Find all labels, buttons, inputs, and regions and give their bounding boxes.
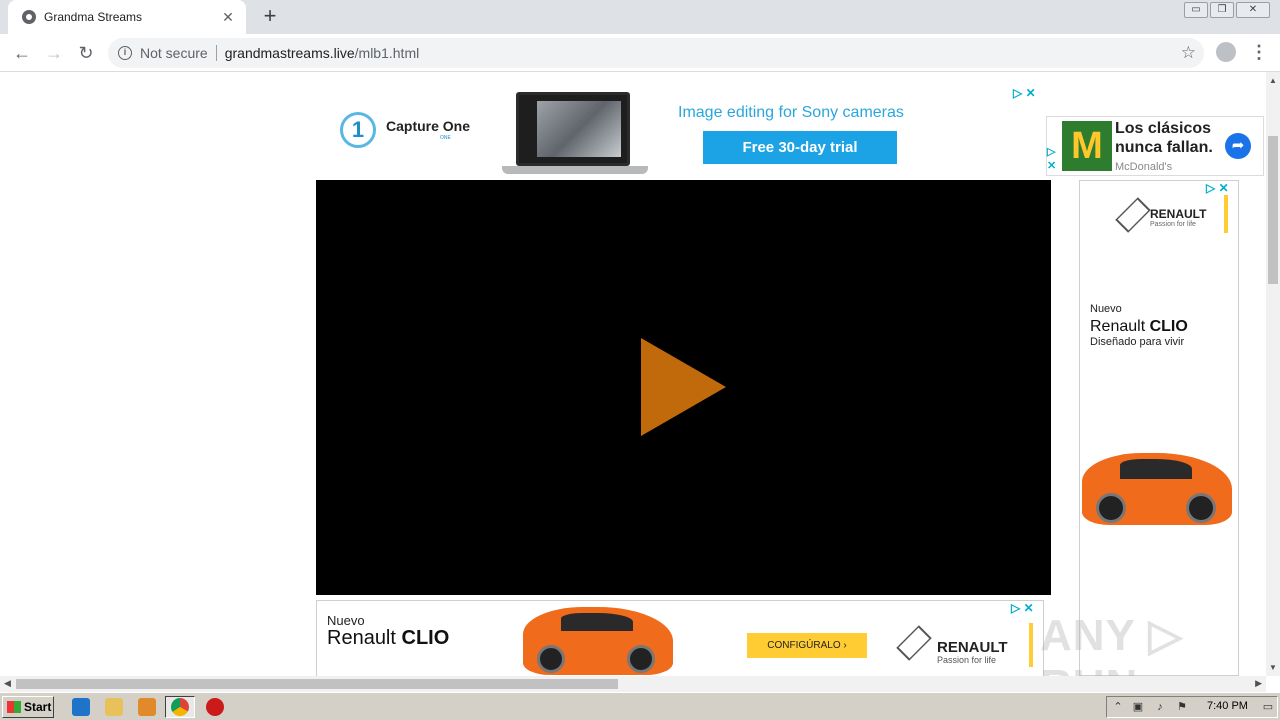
show-desktop-icon[interactable]: ▭ xyxy=(1261,701,1275,714)
adchoices-icon[interactable]: ▷ ✕ xyxy=(1013,86,1036,100)
adchoices-icon[interactable]: ▷ ✕ xyxy=(1206,181,1229,195)
adchoices-icon[interactable]: ▷ ✕ xyxy=(1011,601,1034,615)
anyrun-watermark: ANY ▷ RUN xyxy=(1040,611,1184,676)
media-player-icon[interactable] xyxy=(138,698,156,716)
adchoices-icon[interactable]: ▷ ✕ xyxy=(1047,145,1059,173)
system-tray: ⌃ ▣ ♪ ⚑ 7:40 PM ▭ xyxy=(1106,696,1278,718)
ad-capture-one[interactable]: 1 Capture One ONE Image editing for Sony… xyxy=(316,84,1046,180)
window-close-button[interactable]: ✕ xyxy=(1236,2,1270,18)
ad-brand-name: RENAULT xyxy=(1150,207,1207,221)
bookmark-star-icon[interactable]: ☆ xyxy=(1181,43,1196,63)
renault-logo-icon xyxy=(1115,197,1151,233)
volume-icon[interactable]: ♪ xyxy=(1153,701,1167,714)
car-image xyxy=(523,607,673,675)
accent-bar xyxy=(1224,195,1228,233)
scroll-thumb[interactable] xyxy=(16,679,618,689)
start-button[interactable]: Start xyxy=(2,696,54,718)
reload-button[interactable]: ↻ xyxy=(74,41,98,65)
tab-grandma-streams[interactable]: Grandma Streams ✕ xyxy=(8,0,246,34)
ad-brand-name: RENAULT xyxy=(937,639,1008,656)
browser-menu-button[interactable]: ⋮ xyxy=(1250,41,1268,65)
windows-logo-icon xyxy=(7,701,21,713)
ad-tagline: Passion for life xyxy=(1150,221,1196,228)
tab-title: Grandma Streams xyxy=(44,10,143,24)
car-image xyxy=(1082,453,1232,525)
forward-button[interactable]: → xyxy=(42,41,66,65)
configure-button[interactable]: CONFIGÚRALO › xyxy=(747,633,867,658)
url-host: grandmastreams.live xyxy=(224,45,355,61)
ad-model: Renault CLIO xyxy=(1090,318,1188,336)
scroll-thumb[interactable] xyxy=(1268,136,1278,284)
restore-button[interactable]: ❐ xyxy=(1210,2,1234,18)
ad-renault-side[interactable]: ▷ ✕ RENAULT Passion for life Nuevo Renau… xyxy=(1079,180,1239,676)
ad-brand-name: Capture One xyxy=(386,118,471,134)
ad-brand-sub: ONE xyxy=(440,135,451,141)
play-icon[interactable] xyxy=(641,338,726,436)
profile-avatar-icon[interactable] xyxy=(1216,42,1236,62)
model-prefix: Renault xyxy=(1090,318,1150,335)
ad-claim: Diseñado para vivir xyxy=(1090,336,1185,348)
url-path: /mlb1.html xyxy=(354,45,420,61)
ad-model: Renault CLIO xyxy=(327,627,449,650)
vertical-scrollbar[interactable]: ▲ ▼ xyxy=(1266,72,1280,676)
ad-tagline: Passion for life xyxy=(937,655,997,665)
ad-kicker: Nuevo xyxy=(327,613,365,628)
browser-toolbar: ← → ↻ i Not secure grandmastreams.live /… xyxy=(0,34,1280,72)
video-player[interactable] xyxy=(316,180,1051,595)
page-viewport: 1 Capture One ONE Image editing for Sony… xyxy=(0,72,1266,676)
ad-headline[interactable]: Image editing for Sony cameras xyxy=(678,104,904,122)
taskbar: Start ⌃ ▣ ♪ ⚑ 7:40 PM ▭ xyxy=(0,692,1280,720)
model-name: CLIO xyxy=(401,627,450,649)
address-bar[interactable]: i Not secure grandmastreams.live /mlb1.h… xyxy=(108,38,1204,68)
mcdonalds-logo: M xyxy=(1062,121,1112,171)
scroll-left-icon[interactable]: ◀ xyxy=(4,678,11,689)
accent-bar xyxy=(1029,623,1033,667)
security-label: Not secure xyxy=(140,45,208,61)
back-button[interactable]: ← xyxy=(10,41,34,65)
minimize-button[interactable]: ▭ xyxy=(1184,2,1208,18)
laptop-image xyxy=(502,92,648,178)
ad-brand-name: McDonald's xyxy=(1115,161,1173,173)
ad-mcdonalds[interactable]: M Los clásicos nunca fallan. McDonald's … xyxy=(1046,116,1264,176)
model-name: CLIO xyxy=(1149,318,1188,335)
internet-explorer-icon[interactable] xyxy=(72,698,90,716)
divider xyxy=(215,45,217,61)
network-icon[interactable]: ▣ xyxy=(1131,701,1145,714)
start-label: Start xyxy=(24,700,52,714)
globe-icon xyxy=(22,10,36,24)
open-arrow-icon[interactable]: ➦ xyxy=(1225,133,1251,159)
capture-one-logo: 1 xyxy=(340,112,376,148)
free-trial-button[interactable]: Free 30-day trial xyxy=(703,131,897,164)
horizontal-scrollbar[interactable]: ◀ ▶ xyxy=(0,676,1266,692)
scroll-up-icon[interactable]: ▲ xyxy=(1269,76,1277,85)
info-icon[interactable]: i xyxy=(118,46,132,60)
model-prefix: Renault xyxy=(327,627,402,649)
folder-icon[interactable] xyxy=(105,698,123,716)
renault-logo-icon xyxy=(896,625,932,661)
tab-strip: Grandma Streams ✕ + ▭ ❐ ✕ xyxy=(0,0,1280,34)
opera-icon[interactable] xyxy=(206,698,224,716)
scroll-down-icon[interactable]: ▼ xyxy=(1269,663,1277,672)
ad-renault-bottom[interactable]: Nuevo Renault CLIO CONFIGÚRALO › RENAULT… xyxy=(316,600,1044,676)
tray-expand-icon[interactable]: ⌃ xyxy=(1111,701,1125,714)
ad-headline: Los clásicos nunca fallan. xyxy=(1115,120,1213,156)
new-tab-button[interactable]: + xyxy=(258,5,282,29)
scroll-right-icon[interactable]: ▶ xyxy=(1255,678,1262,689)
tab-close-button[interactable]: ✕ xyxy=(220,9,236,26)
clock[interactable]: 7:40 PM xyxy=(1207,700,1248,712)
flag-icon[interactable]: ⚑ xyxy=(1175,701,1189,714)
ad-kicker: Nuevo xyxy=(1090,303,1122,315)
taskbar-chrome-button[interactable] xyxy=(165,696,195,718)
chrome-icon xyxy=(171,698,189,716)
